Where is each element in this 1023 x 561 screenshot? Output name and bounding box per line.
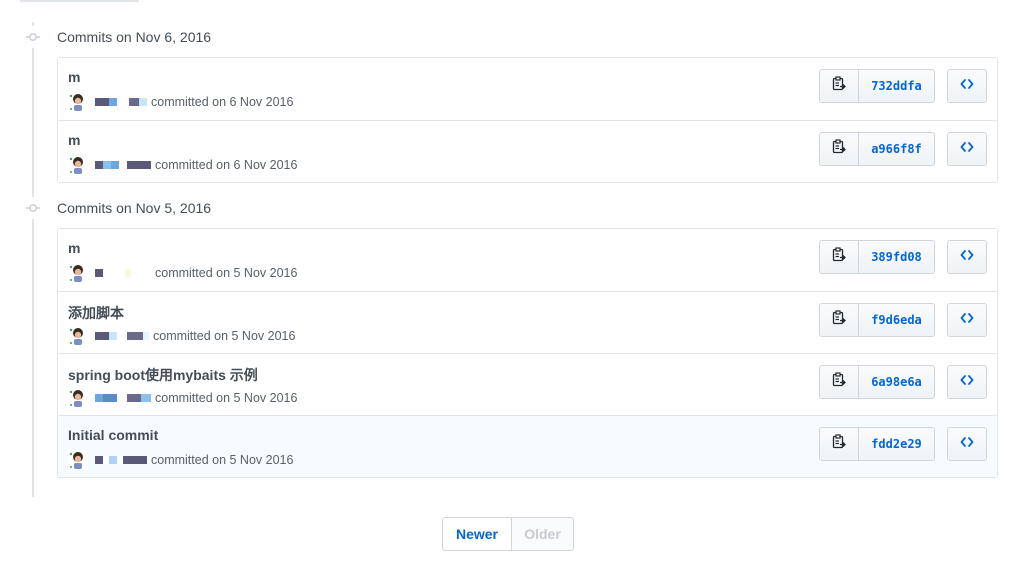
commit-message-link[interactable]: m bbox=[68, 69, 80, 85]
commit-list: m committed on 6 Nov 2016 732ddfa m committe… bbox=[57, 57, 998, 183]
avatar[interactable] bbox=[68, 450, 88, 470]
commit-meta: committed on 5 Nov 2016 bbox=[68, 388, 297, 408]
browse-repo-button[interactable] bbox=[947, 132, 987, 166]
commit-date: committed on 6 Nov 2016 bbox=[155, 158, 298, 172]
clipboard-icon bbox=[831, 75, 847, 97]
copy-sha-button[interactable] bbox=[819, 365, 859, 399]
commit-group-title: Commits on Nov 6, 2016 bbox=[57, 29, 212, 45]
browse-repo-button[interactable] bbox=[947, 427, 987, 461]
commit-message-link[interactable]: 添加脚本 bbox=[68, 303, 124, 323]
clipboard-icon bbox=[831, 433, 847, 455]
author-name-redacted bbox=[95, 332, 149, 340]
browse-repo-button[interactable] bbox=[947, 365, 987, 399]
avatar[interactable] bbox=[68, 92, 88, 112]
sha-button-group: 6a98e6a bbox=[819, 365, 935, 399]
commit-row: spring boot使用mybaits 示例 committed on 5 No… bbox=[58, 353, 997, 415]
commit-meta: committed on 5 Nov 2016 bbox=[68, 450, 293, 470]
author-name-redacted bbox=[95, 456, 147, 464]
sha-button-group: f9d6eda bbox=[819, 303, 935, 337]
commit-group-title: Commits on Nov 5, 2016 bbox=[57, 200, 212, 216]
commit-meta: committed on 5 Nov 2016 bbox=[68, 263, 297, 283]
sha-button-group: fdd2e29 bbox=[819, 427, 935, 461]
commit-row: m committed on 6 Nov 2016 a966f8f bbox=[58, 120, 997, 182]
commit-sha-link[interactable]: a966f8f bbox=[858, 132, 935, 166]
commit-row: Initial commit committed on 5 Nov 2016 fdd… bbox=[58, 415, 997, 477]
clipboard-icon bbox=[831, 138, 847, 160]
author-name-redacted bbox=[95, 161, 151, 169]
git-commit-icon bbox=[22, 197, 44, 219]
top-divider bbox=[20, 0, 139, 2]
author-name-redacted bbox=[95, 394, 151, 402]
author-name-redacted bbox=[95, 269, 151, 277]
commit-sha-link[interactable]: 732ddfa bbox=[858, 69, 935, 103]
commit-date: committed on 5 Nov 2016 bbox=[155, 391, 298, 405]
copy-sha-button[interactable] bbox=[819, 303, 859, 337]
avatar[interactable] bbox=[68, 388, 88, 408]
sha-button-group: a966f8f bbox=[819, 132, 935, 166]
code-icon bbox=[959, 372, 975, 393]
code-icon bbox=[959, 76, 975, 97]
older-button: Older bbox=[511, 517, 574, 551]
timeline-line bbox=[32, 22, 34, 497]
avatar[interactable] bbox=[68, 263, 88, 283]
commit-row: 添加脚本 committed on 5 Nov 2016 f9d6eda bbox=[58, 291, 997, 353]
browse-repo-button[interactable] bbox=[947, 69, 987, 103]
code-icon bbox=[959, 434, 975, 455]
commit-list: m committed on 5 Nov 2016 389fd08 添加脚本 commi… bbox=[57, 228, 998, 478]
avatar[interactable] bbox=[68, 155, 88, 175]
copy-sha-button[interactable] bbox=[819, 240, 859, 274]
copy-sha-button[interactable] bbox=[819, 69, 859, 103]
commit-date: committed on 5 Nov 2016 bbox=[151, 453, 294, 467]
browse-repo-button[interactable] bbox=[947, 303, 987, 337]
commit-date: committed on 6 Nov 2016 bbox=[151, 95, 294, 109]
commit-meta: committed on 6 Nov 2016 bbox=[68, 92, 293, 112]
commit-meta: committed on 5 Nov 2016 bbox=[68, 326, 295, 346]
clipboard-icon bbox=[831, 309, 847, 331]
commit-row: m committed on 5 Nov 2016 389fd08 bbox=[58, 229, 997, 291]
code-icon bbox=[959, 310, 975, 331]
commit-date: committed on 5 Nov 2016 bbox=[153, 329, 296, 343]
clipboard-icon bbox=[831, 246, 847, 268]
commit-sha-link[interactable]: 389fd08 bbox=[858, 240, 935, 274]
pagination: Newer Older bbox=[442, 517, 574, 551]
newer-button[interactable]: Newer bbox=[442, 517, 512, 551]
commit-message-link[interactable]: m bbox=[68, 132, 80, 148]
commit-message-link[interactable]: spring boot使用mybaits 示例 bbox=[68, 365, 258, 385]
commit-group-header: Commits on Nov 5, 2016 bbox=[22, 197, 211, 219]
copy-sha-button[interactable] bbox=[819, 427, 859, 461]
commit-message-link[interactable]: m bbox=[68, 240, 80, 256]
commit-row: m committed on 6 Nov 2016 732ddfa bbox=[58, 58, 997, 120]
browse-repo-button[interactable] bbox=[947, 240, 987, 274]
avatar[interactable] bbox=[68, 326, 88, 346]
code-icon bbox=[959, 247, 975, 268]
commit-date: committed on 5 Nov 2016 bbox=[155, 266, 298, 280]
commit-sha-link[interactable]: 6a98e6a bbox=[858, 365, 935, 399]
author-name-redacted bbox=[95, 98, 147, 106]
commit-message-link[interactable]: Initial commit bbox=[68, 427, 158, 443]
sha-button-group: 389fd08 bbox=[819, 240, 935, 274]
copy-sha-button[interactable] bbox=[819, 132, 859, 166]
commit-sha-link[interactable]: f9d6eda bbox=[858, 303, 935, 337]
commit-group-header: Commits on Nov 6, 2016 bbox=[22, 26, 211, 48]
commit-meta: committed on 6 Nov 2016 bbox=[68, 155, 297, 175]
clipboard-icon bbox=[831, 371, 847, 393]
git-commit-icon bbox=[22, 26, 44, 48]
sha-button-group: 732ddfa bbox=[819, 69, 935, 103]
commit-sha-link[interactable]: fdd2e29 bbox=[858, 427, 935, 461]
code-icon bbox=[959, 139, 975, 160]
